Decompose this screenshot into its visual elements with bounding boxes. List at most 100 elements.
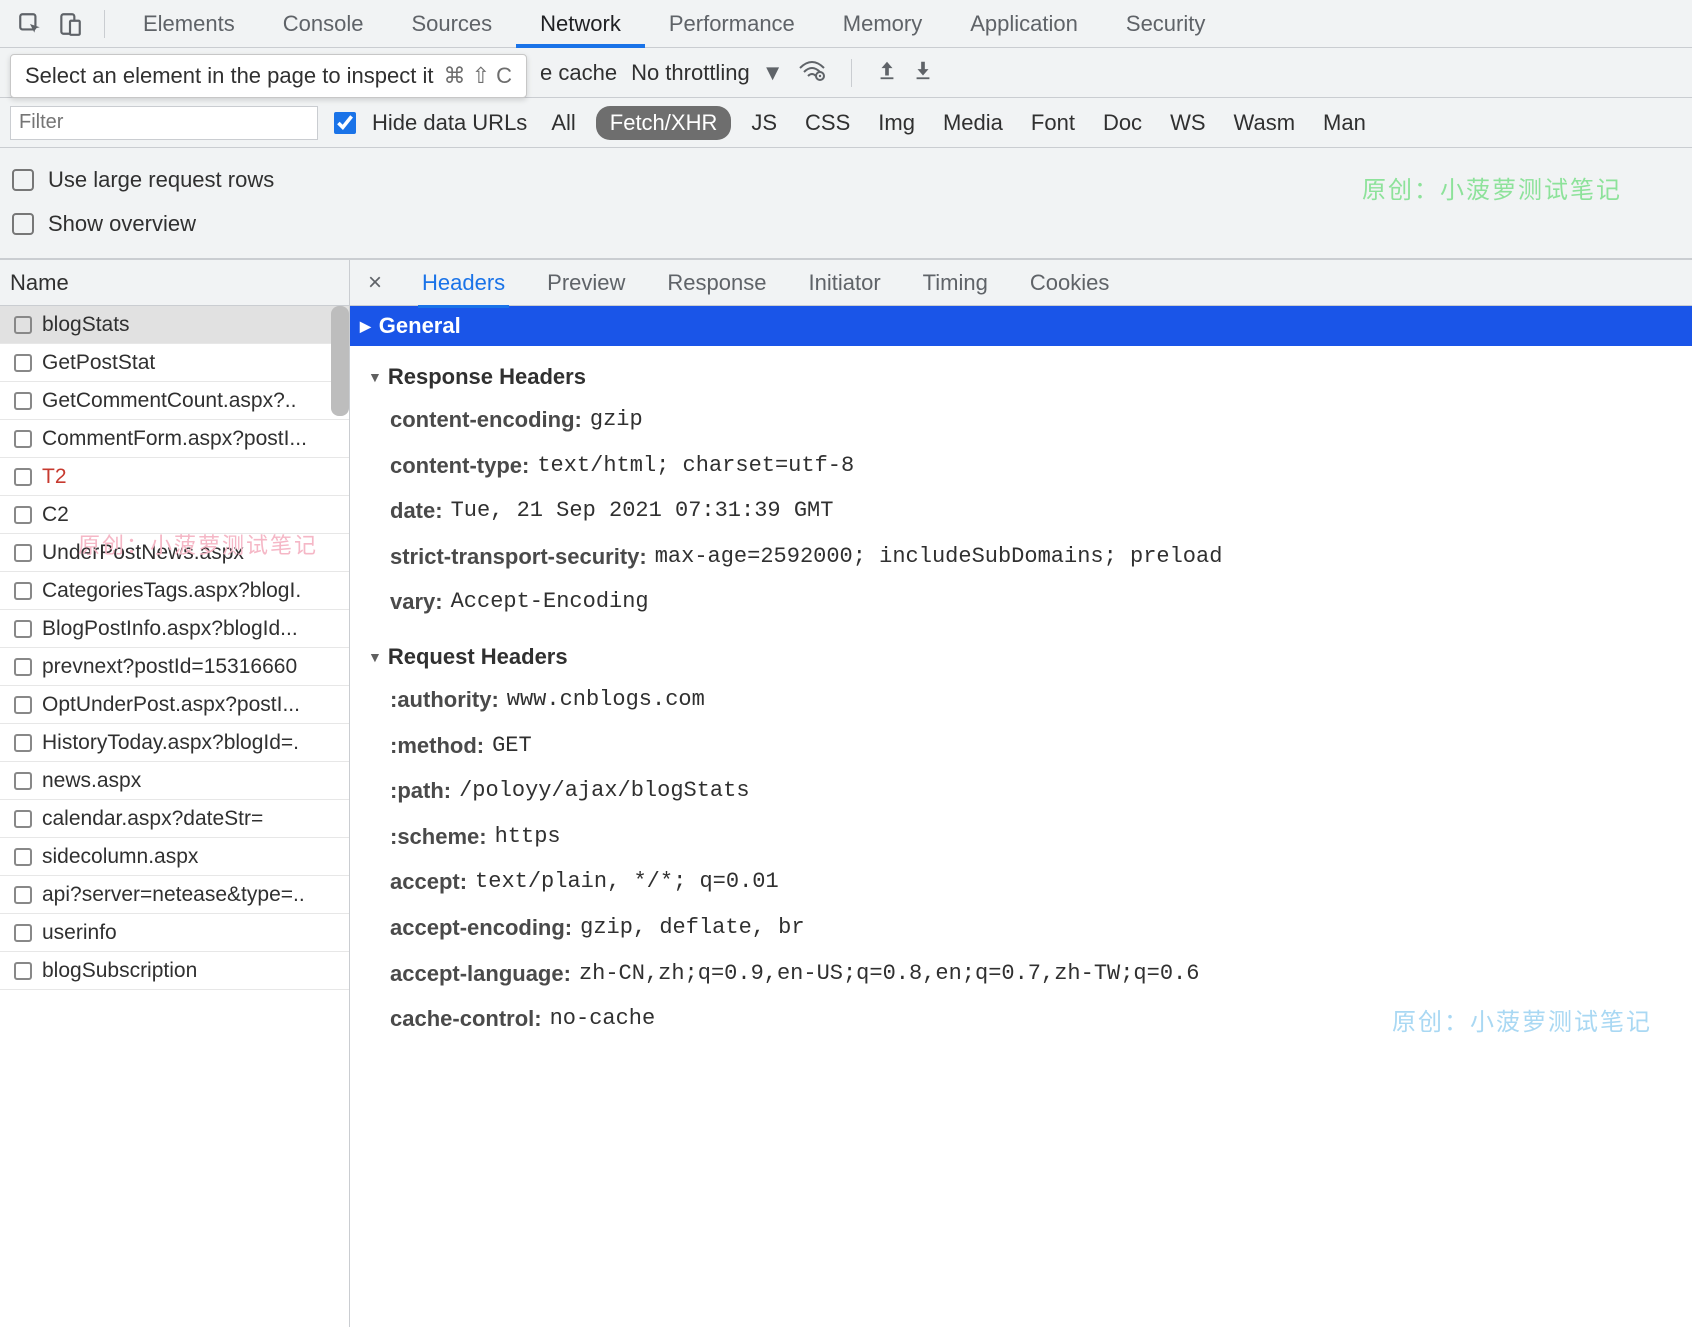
scrollbar-thumb[interactable] <box>331 306 349 416</box>
request-name: HistoryToday.aspx?blogId=. <box>42 731 299 755</box>
panel-tab-memory[interactable]: Memory <box>819 0 946 47</box>
header-key: date: <box>390 491 443 531</box>
row-checkbox[interactable] <box>14 544 32 562</box>
use-large-rows-checkbox[interactable] <box>12 169 34 191</box>
header-value: Accept-Encoding <box>451 582 649 622</box>
row-checkbox[interactable] <box>14 772 32 790</box>
request-row[interactable]: OptUnderPost.aspx?postI... <box>0 686 349 724</box>
request-row[interactable]: CommentForm.aspx?postI... <box>0 420 349 458</box>
panel-tab-performance[interactable]: Performance <box>645 0 819 47</box>
request-row[interactable]: blogStats <box>0 306 349 344</box>
request-headers-title[interactable]: ▼ Request Headers <box>368 644 1674 670</box>
throttling-dropdown[interactable]: No throttling ▼ <box>631 60 783 86</box>
request-name: calendar.aspx?dateStr= <box>42 807 263 831</box>
request-detail-pane: × Headers Preview Response Initiator Timing C… <box>350 260 1692 1327</box>
detail-tab-initiator[interactable]: Initiator <box>809 270 881 296</box>
close-detail-icon[interactable]: × <box>362 269 388 297</box>
show-overview-checkbox[interactable] <box>12 213 34 235</box>
detail-tab-cookies[interactable]: Cookies <box>1030 270 1109 296</box>
network-split-view: Name 原创：小菠萝测试笔记 blogStatsGetPostStatGetC… <box>0 259 1692 1327</box>
inspect-element-icon[interactable] <box>10 4 50 44</box>
row-checkbox[interactable] <box>14 810 32 828</box>
request-row[interactable]: sidecolumn.aspx <box>0 838 349 876</box>
request-row[interactable]: GetPostStat <box>0 344 349 382</box>
detail-tab-response[interactable]: Response <box>667 270 766 296</box>
header-value: text/plain, */*; q=0.01 <box>475 862 779 902</box>
devtools-top-tabs: ElementsConsoleSourcesNetworkPerformance… <box>0 0 1692 48</box>
collapse-icon: ▼ <box>368 369 382 385</box>
request-name: news.aspx <box>42 769 141 793</box>
header-value: no-cache <box>550 999 656 1039</box>
request-row[interactable]: news.aspx <box>0 762 349 800</box>
filter-type-font[interactable]: Font <box>1023 106 1083 140</box>
row-checkbox[interactable] <box>14 734 32 752</box>
filter-type-doc[interactable]: Doc <box>1095 106 1150 140</box>
panel-tab-network[interactable]: Network <box>516 0 645 47</box>
panel-tab-security[interactable]: Security <box>1102 0 1229 47</box>
filter-type-js[interactable]: JS <box>743 106 785 140</box>
panel-tab-elements[interactable]: Elements <box>119 0 259 47</box>
row-checkbox[interactable] <box>14 886 32 904</box>
hide-data-urls-checkbox[interactable] <box>334 112 356 134</box>
request-row[interactable]: prevnext?postId=15316660 <box>0 648 349 686</box>
watermark: 原创：小菠萝测试笔记 <box>1392 1002 1652 1037</box>
filter-type-img[interactable]: Img <box>870 106 923 140</box>
row-checkbox[interactable] <box>14 658 32 676</box>
panel-tab-application[interactable]: Application <box>946 0 1102 47</box>
request-row[interactable]: CategoriesTags.aspx?blogI. <box>0 572 349 610</box>
request-row[interactable]: calendar.aspx?dateStr= <box>0 800 349 838</box>
row-checkbox[interactable] <box>14 506 32 524</box>
request-row[interactable]: BlogPostInfo.aspx?blogId... <box>0 610 349 648</box>
header-value: zh-CN,zh;q=0.9,en-US;q=0.8,en;q=0.7,zh-T… <box>579 954 1200 994</box>
header-key: :path: <box>390 771 451 811</box>
request-row[interactable]: userinfo <box>0 914 349 952</box>
row-checkbox[interactable] <box>14 468 32 486</box>
filter-type-wasm[interactable]: Wasm <box>1226 106 1304 140</box>
panel-tab-sources[interactable]: Sources <box>387 0 516 47</box>
filter-type-man[interactable]: Man <box>1315 106 1374 140</box>
row-checkbox[interactable] <box>14 620 32 638</box>
filter-type-all[interactable]: All <box>543 106 583 140</box>
network-conditions-icon[interactable] <box>797 58 827 88</box>
row-checkbox[interactable] <box>14 696 32 714</box>
row-checkbox[interactable] <box>14 962 32 980</box>
detail-tab-timing[interactable]: Timing <box>923 270 988 296</box>
download-icon[interactable] <box>912 59 934 87</box>
filter-type-media[interactable]: Media <box>935 106 1011 140</box>
header-key: vary: <box>390 582 443 622</box>
upload-icon[interactable] <box>876 59 898 87</box>
separator <box>851 59 852 87</box>
filter-input[interactable] <box>10 106 318 140</box>
request-row[interactable]: blogSubscription <box>0 952 349 990</box>
detail-tab-preview[interactable]: Preview <box>547 270 625 296</box>
row-checkbox[interactable] <box>14 430 32 448</box>
request-row[interactable]: T2 <box>0 458 349 496</box>
header-line: :method:GET <box>390 726 1674 766</box>
detail-tab-headers[interactable]: Headers <box>422 270 505 296</box>
row-checkbox[interactable] <box>14 316 32 334</box>
show-overview-label: Show overview <box>48 211 196 237</box>
row-checkbox[interactable] <box>14 582 32 600</box>
network-options: Use large request rows Show overview 原创：… <box>0 148 1692 259</box>
request-name: GetCommentCount.aspx?.. <box>42 389 296 413</box>
row-checkbox[interactable] <box>14 848 32 866</box>
row-checkbox[interactable] <box>14 392 32 410</box>
request-row[interactable]: GetCommentCount.aspx?.. <box>0 382 349 420</box>
row-checkbox[interactable] <box>14 924 32 942</box>
name-column-header[interactable]: Name <box>0 260 349 306</box>
general-section-header[interactable]: ▶ General <box>350 306 1692 346</box>
header-key: :scheme: <box>390 817 487 857</box>
filter-type-css[interactable]: CSS <box>797 106 858 140</box>
panel-tab-console[interactable]: Console <box>259 0 388 47</box>
row-checkbox[interactable] <box>14 354 32 372</box>
filter-type-fetch-xhr[interactable]: Fetch/XHR <box>596 106 732 140</box>
tooltip-text: Select an element in the page to inspect… <box>25 63 433 89</box>
request-row[interactable]: api?server=netease&type=.. <box>0 876 349 914</box>
response-headers-title[interactable]: ▼ Response Headers <box>368 364 1674 390</box>
tooltip-shortcut: ⌘ ⇧ C <box>443 63 512 89</box>
request-list[interactable]: 原创：小菠萝测试笔记 blogStatsGetPostStatGetCommen… <box>0 306 349 1327</box>
request-name: OptUnderPost.aspx?postI... <box>42 693 300 717</box>
request-row[interactable]: HistoryToday.aspx?blogId=. <box>0 724 349 762</box>
toggle-device-icon[interactable] <box>50 4 90 44</box>
filter-type-ws[interactable]: WS <box>1162 106 1213 140</box>
